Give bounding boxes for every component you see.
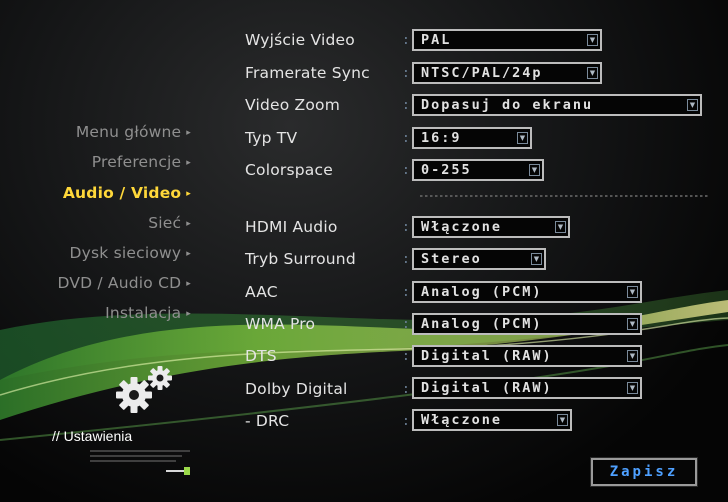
colorspace-dropdown[interactable]: 0-255 ▼	[412, 159, 544, 181]
chevron-down-icon: ▼	[587, 34, 598, 46]
chevron-down-icon: ▼	[557, 414, 568, 426]
video-zoom-dropdown[interactable]: Dopasuj do ekranu ▼	[412, 94, 702, 116]
gears-icon	[116, 366, 172, 413]
separator: :	[402, 220, 410, 235]
sidebar-menu: Menu główne ▸ Preferencje ▸ Audio / Video ▸…	[0, 0, 200, 502]
setting-label: Framerate Sync	[245, 64, 370, 82]
setting-label: - DRC	[245, 412, 290, 430]
save-button[interactable]: Zapisz	[590, 457, 698, 487]
arrow-icon: ▸	[186, 189, 191, 199]
separator: :	[402, 285, 410, 300]
setting-label: Wyjście Video	[245, 31, 355, 49]
arrow-icon: ▸	[186, 309, 191, 319]
dolby-digital-dropdown[interactable]: Digital (RAW) ▼	[412, 377, 642, 399]
separator: :	[402, 163, 410, 178]
separator: :	[402, 66, 410, 81]
setting-label: WMA Pro	[245, 315, 316, 333]
sidebar-item-audio-video[interactable]: Audio / Video ▸	[0, 184, 200, 202]
setting-label: DTS	[245, 347, 277, 365]
chevron-down-icon: ▼	[529, 164, 540, 176]
drc-dropdown[interactable]: Włączone ▼	[412, 409, 572, 431]
dts-dropdown[interactable]: Digital (RAW) ▼	[412, 345, 642, 367]
setting-label: AAC	[245, 283, 278, 301]
arrow-icon: ▸	[186, 249, 191, 259]
chevron-down-icon: ▼	[627, 318, 638, 330]
arrow-icon: ▸	[186, 219, 191, 229]
separator: :	[402, 98, 410, 113]
separator: :	[402, 349, 410, 364]
chevron-down-icon: ▼	[531, 253, 542, 265]
sidebar-item-dvd-audio-cd[interactable]: DVD / Audio CD ▸	[0, 274, 200, 292]
separator: :	[402, 252, 410, 267]
separator: :	[402, 317, 410, 332]
arrow-icon: ▸	[186, 128, 191, 138]
setting-label: Tryb Surround	[245, 250, 356, 268]
wma-pro-dropdown[interactable]: Analog (PCM) ▼	[412, 313, 642, 335]
arrow-icon: ▸	[186, 158, 191, 168]
chevron-down-icon: ▼	[627, 286, 638, 298]
sidebar-item-main-menu[interactable]: Menu główne ▸	[0, 123, 200, 141]
setting-label: HDMI Audio	[245, 218, 338, 236]
sidebar-item-preferences[interactable]: Preferencje ▸	[0, 153, 200, 171]
video-output-dropdown[interactable]: PAL ▼	[412, 29, 602, 51]
settings-screen: { "sidebar": { "items": [ {"label": "Men…	[0, 0, 728, 502]
chevron-down-icon: ▼	[627, 382, 638, 394]
setting-label: Colorspace	[245, 161, 333, 179]
sidebar-item-installation[interactable]: Instalacja ▸	[0, 304, 200, 322]
hdmi-audio-dropdown[interactable]: Włączone ▼	[412, 216, 570, 238]
setting-label: Typ TV	[245, 129, 298, 147]
remote-button-icon	[166, 467, 190, 475]
section-divider	[420, 195, 710, 197]
chevron-down-icon: ▼	[687, 99, 698, 111]
chevron-down-icon: ▼	[627, 350, 638, 362]
setting-label: Dolby Digital	[245, 380, 348, 398]
separator: :	[402, 33, 410, 48]
setting-label: Video Zoom	[245, 96, 341, 114]
aac-dropdown[interactable]: Analog (PCM) ▼	[412, 281, 642, 303]
surround-mode-dropdown[interactable]: Stereo ▼	[412, 248, 546, 270]
sidebar-item-network-drive[interactable]: Dysk sieciowy ▸	[0, 244, 200, 262]
separator: :	[402, 382, 410, 397]
sidebar-item-network[interactable]: Sieć ▸	[0, 214, 200, 232]
separator: :	[402, 414, 410, 429]
tv-type-dropdown[interactable]: 16:9 ▼	[412, 127, 532, 149]
chevron-down-icon: ▼	[587, 67, 598, 79]
chevron-down-icon: ▼	[555, 221, 566, 233]
chevron-down-icon: ▼	[517, 132, 528, 144]
arrow-icon: ▸	[186, 279, 191, 289]
section-title: // Ustawienia	[52, 428, 133, 444]
framerate-sync-dropdown[interactable]: NTSC/PAL/24p ▼	[412, 62, 602, 84]
separator: :	[402, 131, 410, 146]
